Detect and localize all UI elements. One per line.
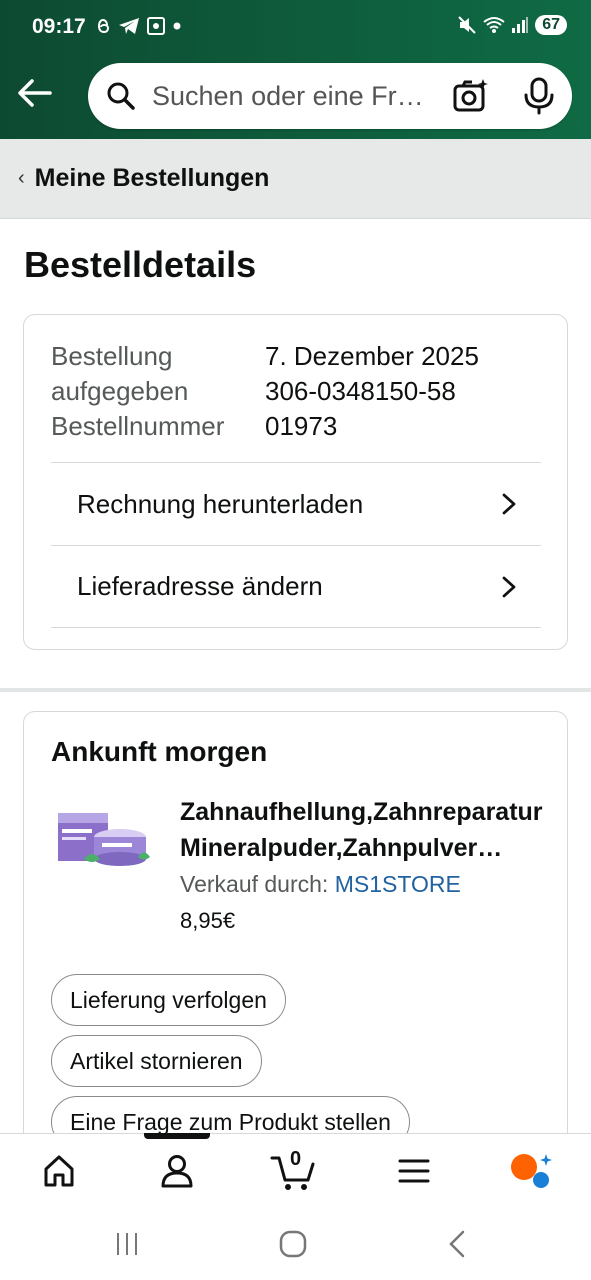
search-input[interactable]: Suchen oder eine Fr…: [152, 81, 432, 112]
seller-info: Verkauf durch: MS1STORE: [180, 871, 461, 898]
cart-button[interactable]: 0: [270, 1148, 318, 1192]
rufus-icon[interactable]: [510, 1152, 554, 1188]
change-address-row[interactable]: Lieferadresse ändern: [51, 545, 541, 628]
bottom-nav: 0: [0, 1133, 591, 1210]
order-placed-label: Bestellung aufgegeben: [51, 341, 189, 406]
wifi-icon: [483, 17, 505, 33]
status-time: 09:17: [32, 15, 86, 38]
order-values: 7. Dezember 2025 306-0348150-5801973: [265, 339, 545, 444]
search-icon: [107, 82, 135, 110]
product-title[interactable]: Zahnaufhellung,Zahnreparatur Mineralpude…: [180, 794, 544, 866]
section-divider: [0, 688, 591, 692]
order-number-label: Bestellnummer: [51, 411, 225, 441]
breadcrumb-label[interactable]: Meine Bestellungen: [35, 164, 270, 193]
cancel-items-button[interactable]: Artikel stornieren: [51, 1035, 262, 1087]
cart-count: 0: [290, 1148, 302, 1170]
search-bar[interactable]: Suchen oder eine Fr…: [88, 63, 572, 129]
back-arrow-icon[interactable]: [16, 76, 52, 110]
page-title: Bestelldetails: [24, 244, 257, 285]
order-info-card: Bestellung aufgegeben Bestellnummer 7. D…: [23, 314, 568, 650]
track-package-button[interactable]: Lieferung verfolgen: [51, 974, 286, 1026]
screenshot-icon: [147, 17, 165, 35]
active-tab-indicator: [144, 1133, 210, 1139]
order-placed-value: 7. Dezember 2025: [265, 341, 479, 371]
camera-search-icon[interactable]: [452, 77, 490, 115]
home-icon[interactable]: [43, 1154, 75, 1188]
seller-prefix: Verkauf durch:: [180, 871, 329, 897]
microphone-icon[interactable]: [522, 77, 556, 115]
seller-link[interactable]: MS1STORE: [335, 871, 461, 897]
chevron-right-icon: [502, 576, 516, 597]
product-image[interactable]: [54, 807, 154, 869]
product-price: 8,95€: [180, 908, 236, 933]
order-labels: Bestellung aufgegeben Bestellnummer: [51, 339, 231, 444]
notification-icons: [96, 16, 182, 36]
telegram-icon: [119, 18, 139, 34]
download-invoice-row[interactable]: Rechnung herunterladen: [51, 462, 541, 545]
threads-icon: [97, 18, 110, 34]
breadcrumb[interactable]: ‹ Meine Bestellungen: [0, 139, 591, 219]
mute-icon: [458, 16, 476, 34]
arrival-heading: Ankunft morgen: [51, 736, 268, 767]
account-icon[interactable]: [160, 1154, 194, 1188]
home-button-icon[interactable]: [279, 1230, 307, 1258]
change-address-label: Lieferadresse ändern: [77, 571, 323, 601]
shipment-card: Ankunft morgen Zahnaufhellung,Zahnrepara…: [23, 711, 568, 1181]
product-title-line2: Mineralpuder,Zahnpulver…: [180, 834, 503, 862]
download-invoice-label: Rechnung herunterladen: [77, 488, 364, 519]
menu-icon[interactable]: [398, 1158, 430, 1184]
app-header: 09:17 67 Suchen oder eine Fr…: [0, 0, 591, 139]
product-title-line1: Zahnaufhellung,Zahnreparatur: [180, 798, 543, 826]
status-bar: 09:17 67: [0, 0, 591, 58]
dot-icon: [173, 22, 181, 30]
battery-indicator: 67: [535, 15, 567, 35]
signal-icon: [512, 17, 529, 33]
back-button-icon[interactable]: [446, 1230, 468, 1258]
system-nav-bar: [0, 1210, 591, 1280]
chevron-right-icon: [502, 493, 516, 515]
chevron-left-icon: ‹: [18, 167, 25, 189]
order-number-value: 306-0348150-5801973: [265, 376, 456, 441]
system-icons: 67: [457, 15, 567, 35]
recent-apps-icon[interactable]: [114, 1231, 140, 1257]
